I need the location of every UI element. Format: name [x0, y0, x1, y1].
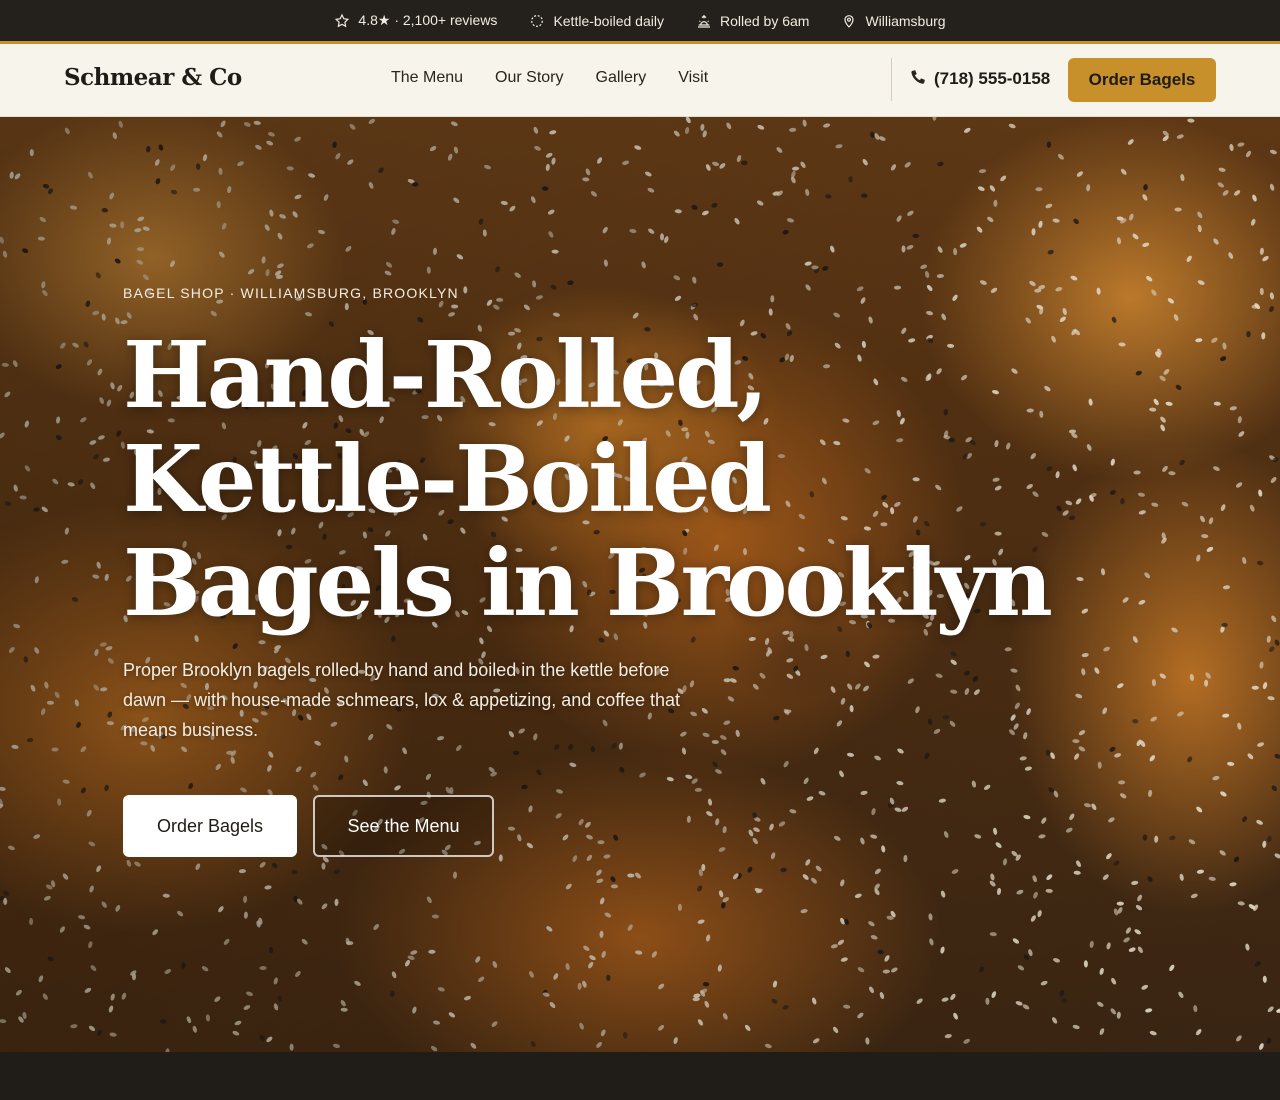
- main-nav: The Menu Our Story Gallery Visit: [391, 69, 708, 87]
- hero-eyebrow: BAGEL SHOP · WILLIAMSBURG, BROOKLYN: [123, 285, 459, 301]
- hero-cta-row: Order Bagels See the Menu: [123, 795, 494, 857]
- header-divider: [891, 58, 892, 101]
- dark-section-band: [0, 1052, 1280, 1100]
- logo[interactable]: Schmear & Co: [64, 64, 242, 91]
- phone-link[interactable]: (718) 555-0158: [907, 68, 1050, 89]
- rating-text: 4.8★ · 2,100+ reviews: [358, 12, 498, 28]
- hero-headline: Hand-Rolled, Kettle-Boiled Bagels in Bro…: [123, 321, 1053, 637]
- phone-icon: [911, 70, 925, 84]
- phone-number: (718) 555-0158: [934, 68, 1051, 88]
- nav-item-our-story[interactable]: Our Story: [495, 69, 563, 87]
- nav-item-menu[interactable]: The Menu: [391, 69, 463, 87]
- hero-subtext: Proper Brooklyn bagels rolled by hand an…: [123, 660, 680, 740]
- sunrise-icon: [697, 14, 710, 28]
- dashed-circle-icon: [531, 14, 544, 27]
- hero-section: BAGEL SHOP · WILLIAMSBURG, BROOKLYN Hand…: [0, 117, 1280, 1052]
- nav-item-visit[interactable]: Visit: [678, 69, 708, 87]
- rolled-text: Rolled by 6am: [719, 12, 810, 29]
- order-bagels-button[interactable]: Order Bagels: [123, 795, 297, 857]
- boiled-item: Kettle-boiled daily: [529, 13, 664, 29]
- nav-item-gallery[interactable]: Gallery: [596, 69, 647, 87]
- star-outline-icon: [335, 13, 350, 27]
- rolled-item: Rolled by 6am: [696, 12, 810, 29]
- boiled-text: Kettle-boiled daily: [553, 12, 664, 29]
- location-item: Williamsburg: [841, 12, 946, 29]
- map-pin-icon: [844, 14, 855, 28]
- site-header: Schmear & Co The Menu Our Story Gallery …: [0, 44, 1280, 117]
- rating-item: 4.8★ · 2,100+ reviews: [334, 12, 497, 29]
- order-bagels-header-button[interactable]: Order Bagels: [1068, 58, 1216, 102]
- announcement-bar: 4.8★ · 2,100+ reviews Kettle-boiled dail…: [0, 0, 1280, 41]
- hero-content: BAGEL SHOP · WILLIAMSBURG, BROOKLYN Hand…: [123, 285, 1123, 745]
- see-menu-button[interactable]: See the Menu: [313, 795, 494, 857]
- location-text: Williamsburg: [865, 12, 946, 29]
